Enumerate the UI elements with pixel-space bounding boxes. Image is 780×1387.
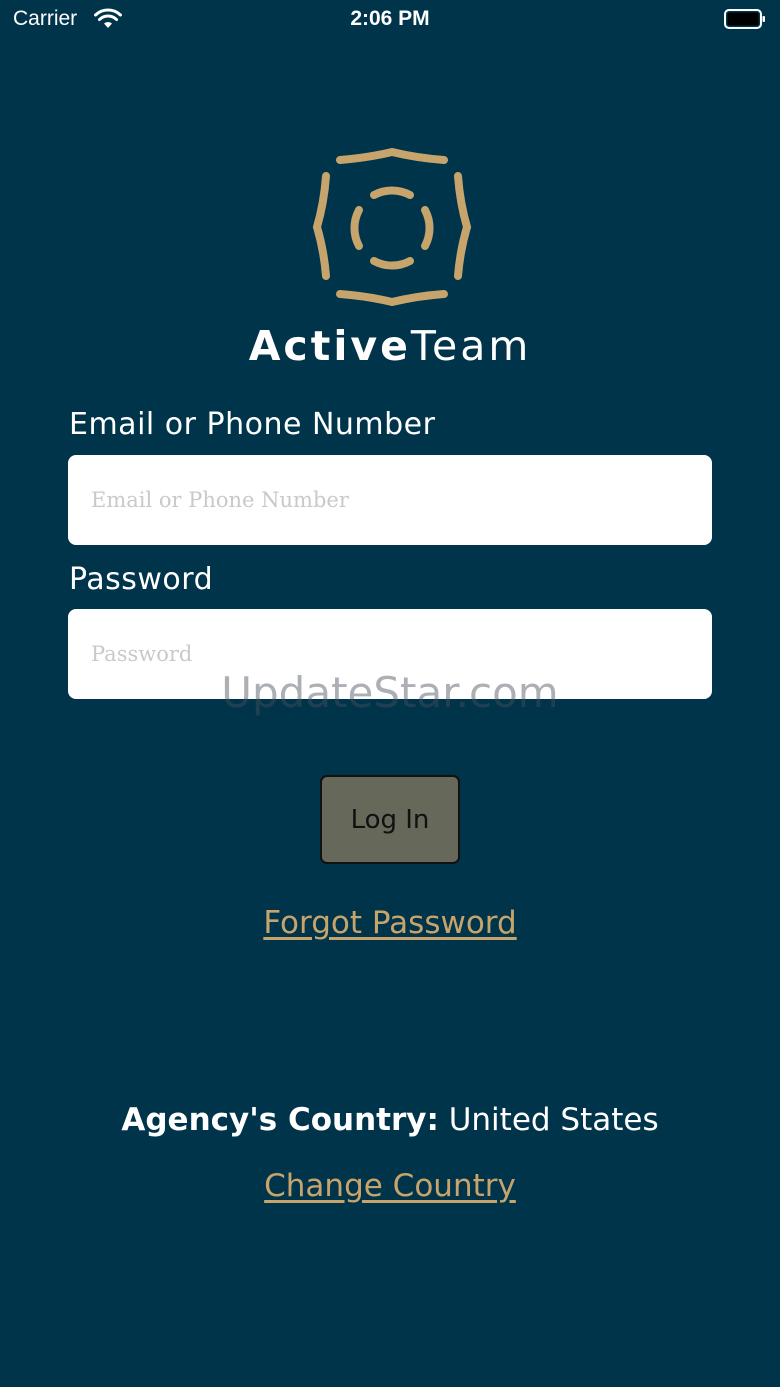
brand-name-regular: Team [410, 322, 532, 370]
agency-country: Agency's Country: United States [0, 1102, 780, 1138]
email-input[interactable] [68, 455, 712, 545]
password-input[interactable] [68, 609, 712, 699]
status-bar: Carrier 2:06 PM [0, 0, 780, 40]
email-label: Email or Phone Number [69, 407, 436, 442]
agency-country-label: Agency's Country: [121, 1102, 439, 1138]
agency-country-value: United States [448, 1102, 659, 1138]
password-label: Password [69, 562, 214, 597]
change-country-link[interactable]: Change Country [0, 1168, 780, 1204]
forgot-password-link[interactable]: Forgot Password [0, 905, 780, 941]
battery-icon [724, 9, 765, 29]
brand-name: ActiveTeam [0, 318, 780, 374]
login-button[interactable]: Log In [320, 775, 460, 864]
brand-name-bold: Active [248, 322, 411, 370]
status-time: 2:06 PM [350, 7, 430, 30]
active-team-logo-icon [312, 148, 472, 306]
